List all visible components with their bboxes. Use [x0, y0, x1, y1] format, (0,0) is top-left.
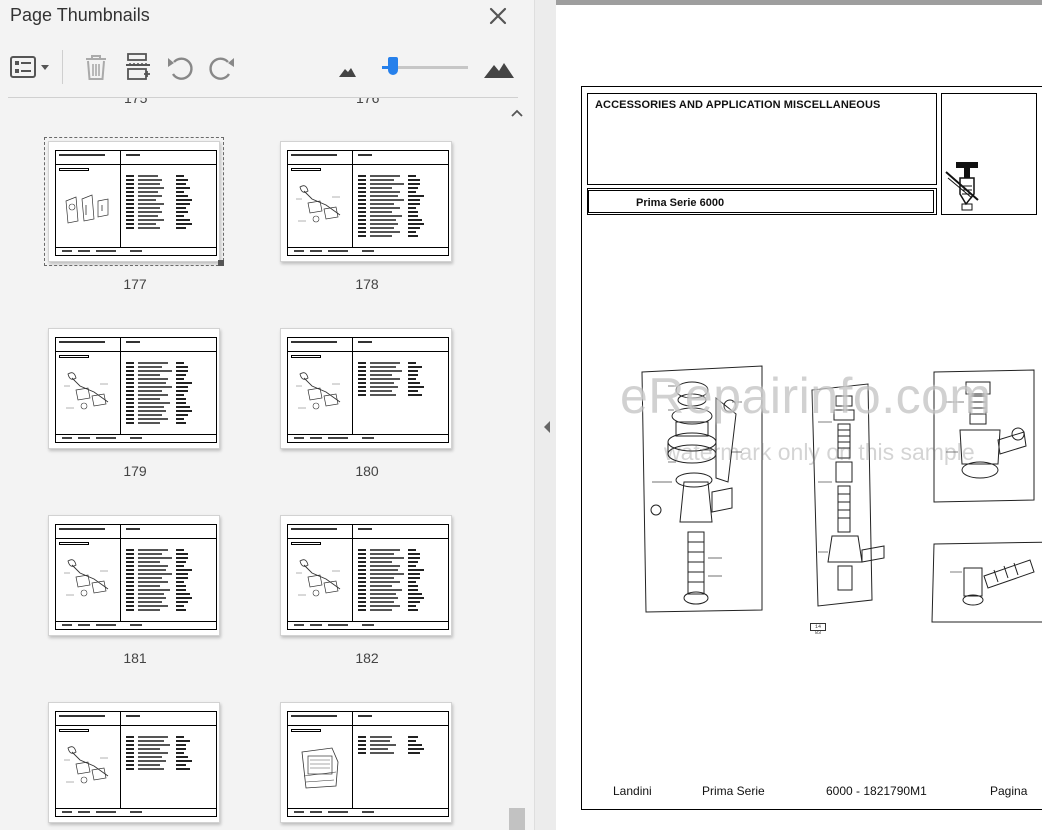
thumbnail-label: 180	[355, 463, 379, 479]
options-menu-button[interactable]	[8, 50, 54, 84]
options-list-icon	[10, 56, 49, 78]
zoom-slider[interactable]	[382, 57, 468, 75]
thumbnail-parts-list	[126, 736, 212, 806]
thumbnail-parts-list	[358, 736, 444, 806]
thumbnail-list[interactable]: 175 176 177178179180181182183184	[0, 98, 508, 830]
footer-brand: Landini	[613, 784, 652, 798]
page-thumbnail[interactable]	[280, 702, 452, 823]
thumbnail-drawing	[64, 746, 109, 784]
selection-handle[interactable]	[218, 260, 224, 266]
watermark-subtitle: watermark only on this sample	[664, 439, 975, 465]
trash-icon	[86, 55, 106, 80]
small-mountain-icon	[339, 68, 356, 77]
page-thumbnails-panel: Page Thumbnails 175 176 177 178 179 180 …	[0, 0, 534, 830]
thumbnail-parts-list	[358, 175, 444, 245]
panel-title: Page Thumbnails	[10, 5, 150, 25]
insert-page-button[interactable]	[122, 50, 154, 84]
toolbar-separator	[62, 50, 63, 84]
thumbnails-toolbar	[0, 42, 534, 92]
thumbnail-drawing	[65, 194, 109, 224]
footer-page: Pagina	[990, 784, 1028, 798]
close-panel-button[interactable]	[485, 3, 511, 29]
thumbnail-page-preview	[55, 337, 217, 443]
collapse-panel-button[interactable]	[542, 420, 552, 434]
page-thumbnail[interactable]	[48, 515, 220, 636]
thumbnail-drawing	[301, 747, 339, 789]
thumbnail-page-preview	[287, 150, 449, 256]
zoom-in-button[interactable]	[482, 50, 516, 84]
scrollbar-thumb[interactable]	[509, 808, 525, 830]
panel-splitter[interactable]	[534, 0, 556, 830]
rotate-counterclockwise-button[interactable]	[164, 50, 196, 84]
page-thumbnail[interactable]	[280, 328, 452, 449]
large-mountain-icon	[484, 63, 514, 78]
thumbnail-page-preview	[55, 524, 217, 630]
thumbnail-page-preview	[55, 150, 217, 256]
thumbnail-label: 179	[123, 463, 147, 479]
panel-header: Page Thumbnails	[0, 0, 534, 36]
close-icon	[489, 7, 507, 25]
title-box: ACCESSORIES AND APPLICATION MISCELLANEOU…	[587, 93, 937, 185]
caret-left-icon	[544, 421, 550, 433]
thumbnail-drawing	[64, 372, 109, 410]
watermark-logo: eRepairinfo.com	[620, 368, 992, 424]
page-thumbnail[interactable]	[280, 141, 452, 262]
chevron-up-icon	[511, 109, 523, 117]
thumbnail-page-preview	[55, 711, 217, 817]
delete-page-button[interactable]	[80, 50, 112, 84]
thumbnail-label: 178	[355, 276, 379, 292]
footer-model: 6000 - 1821790M1	[826, 784, 927, 798]
document-title: ACCESSORIES AND APPLICATION MISCELLANEOU…	[595, 99, 881, 111]
thumbnail-label: 175	[124, 98, 148, 106]
document-series: Prima Serie 6000	[636, 197, 725, 209]
page-thumbnail[interactable]	[48, 702, 220, 823]
thumbnail-parts-list	[126, 175, 212, 245]
zoom-out-button[interactable]	[336, 50, 358, 84]
thumbnail-label: 182	[355, 650, 379, 666]
page-thumbnail[interactable]	[48, 328, 220, 449]
figure-reference-label: 14 83	[810, 623, 826, 636]
footer-series: Prima Serie	[702, 784, 765, 798]
thumbnail-page-preview	[287, 337, 449, 443]
thumbnail-label: 176	[356, 98, 380, 106]
thumbnail-page-preview	[287, 711, 449, 817]
thumbnail-parts-list	[358, 549, 444, 619]
thumbnail-parts-list	[126, 362, 212, 432]
thumbnail-drawing	[296, 185, 341, 223]
thumbnail-drawing	[296, 559, 341, 597]
rotate-clockwise-button[interactable]	[206, 50, 238, 84]
thumbnail-parts-list	[126, 549, 212, 619]
thumbnail-label: 177	[123, 276, 147, 292]
scroll-up-button[interactable]	[509, 105, 525, 121]
thumbnail-parts-list	[358, 362, 444, 432]
thumbnail-drawing	[64, 559, 109, 597]
page-thumbnail[interactable]	[44, 137, 224, 266]
injector-pump-icon	[945, 162, 979, 211]
thumbnail-drawing	[296, 372, 341, 410]
rotate-right-icon	[209, 57, 234, 80]
insert-page-icon	[126, 53, 150, 80]
series-inner-frame: Prima Serie 6000	[588, 190, 934, 213]
page-thumbnail[interactable]	[280, 515, 452, 636]
document-page: ACCESSORIES AND APPLICATION MISCELLANEOU…	[581, 86, 1042, 810]
document-view[interactable]: ACCESSORIES AND APPLICATION MISCELLANEOU…	[556, 0, 1042, 830]
previous-page-edge	[556, 0, 1042, 5]
thumbnail-page-preview	[287, 524, 449, 630]
rotate-left-icon	[168, 57, 193, 80]
zoom-slider-thumb[interactable]	[388, 57, 398, 75]
section-icon-box	[941, 93, 1037, 215]
thumbnail-label: 181	[123, 650, 147, 666]
series-box: Prima Serie 6000	[587, 188, 937, 215]
